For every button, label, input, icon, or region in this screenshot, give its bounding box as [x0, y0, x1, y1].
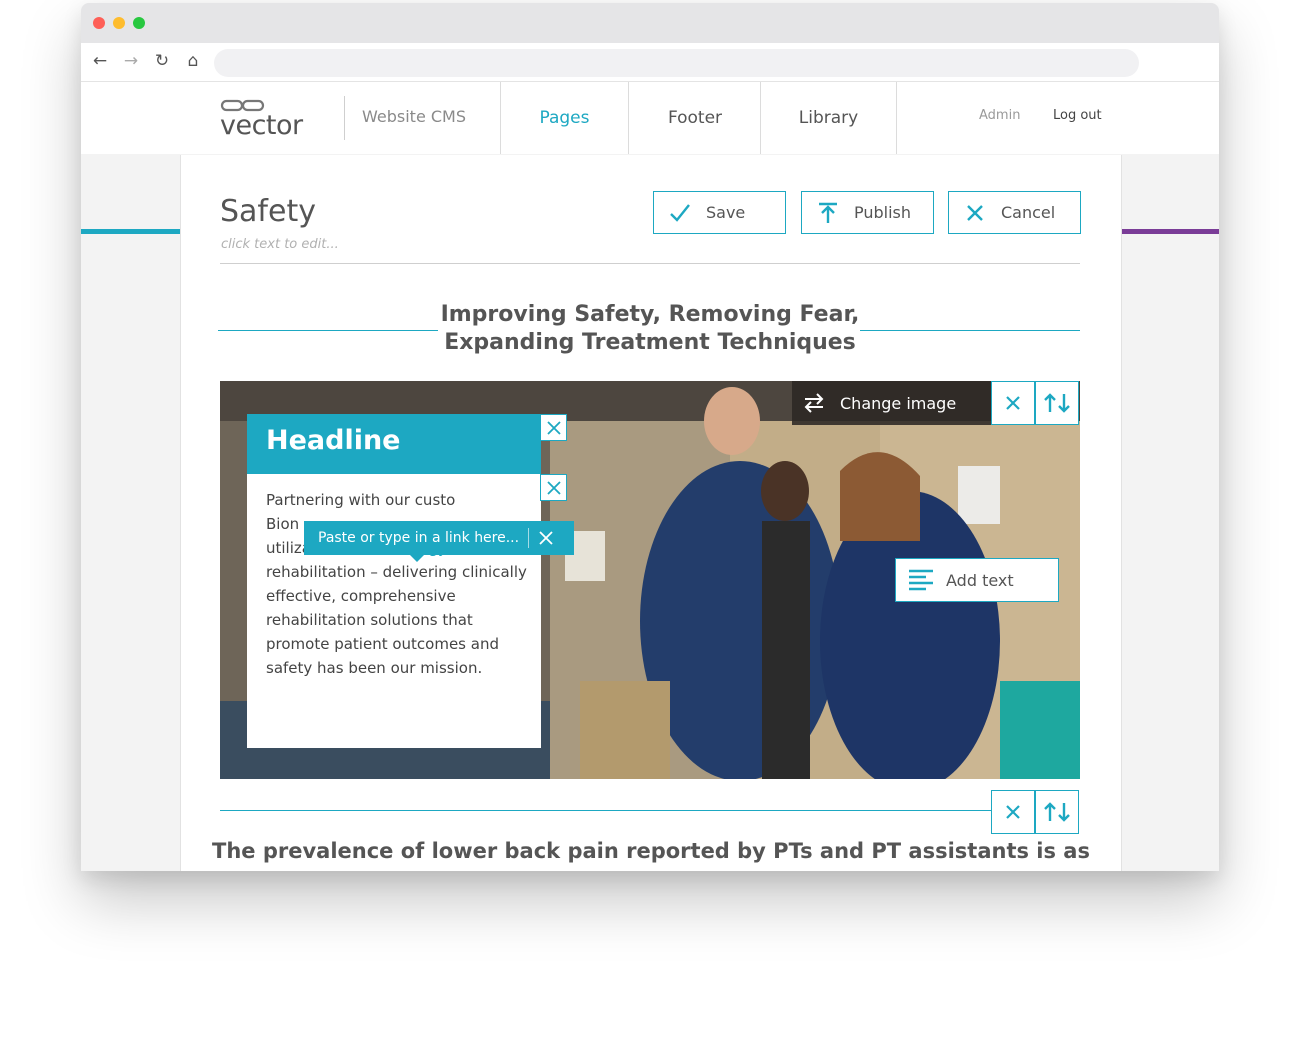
- close-window-button[interactable]: [93, 17, 105, 29]
- card-body-part1: Partnering with our custo: [266, 491, 456, 509]
- close-icon: [546, 420, 561, 435]
- close-icon: [1006, 805, 1020, 819]
- image-toolbar: Change image: [792, 381, 1079, 425]
- header-divider: [344, 96, 345, 140]
- reload-icon[interactable]: ↻: [151, 49, 173, 73]
- card-headline[interactable]: Headline: [266, 425, 401, 456]
- product-label: Website CMS: [362, 107, 466, 126]
- address-bar[interactable]: [214, 49, 1139, 77]
- section-divider: [220, 810, 993, 811]
- close-icon: [546, 480, 561, 495]
- close-icon: [967, 204, 983, 221]
- tab-library-label: Library: [798, 108, 859, 128]
- tab-library[interactable]: Library: [760, 82, 897, 154]
- maximize-window-button[interactable]: [133, 17, 145, 29]
- close-link-popup-button[interactable]: [529, 521, 562, 555]
- reorder-arrows-icon: [1044, 802, 1070, 822]
- back-arrow-icon[interactable]: ←: [89, 49, 111, 73]
- heading-rule-left: [218, 330, 438, 331]
- save-button[interactable]: Save: [653, 191, 786, 234]
- card-headline-bar: Headline: [247, 414, 541, 474]
- link-popup: Paste or type in a link here...: [304, 521, 574, 562]
- publish-button[interactable]: Publish: [801, 191, 934, 234]
- tab-pages[interactable]: Pages: [500, 82, 628, 154]
- swap-arrows-icon: [804, 393, 824, 413]
- section-controls: [991, 790, 1079, 834]
- minimize-window-button[interactable]: [113, 17, 125, 29]
- heading-rule-right: [860, 330, 1080, 331]
- close-icon: [1006, 396, 1020, 410]
- link-input[interactable]: Paste or type in a link here...: [318, 530, 528, 546]
- edit-hint: click text to edit...: [221, 237, 339, 252]
- cancel-label: Cancel: [1001, 203, 1056, 222]
- browser-titlebar: [81, 3, 1219, 43]
- text-lines-icon: [909, 569, 933, 591]
- editor-canvas: Safety click text to edit... Save Publis…: [180, 155, 1122, 871]
- logout-link[interactable]: Log out: [1053, 108, 1102, 123]
- reorder-image-button[interactable]: [1035, 381, 1079, 425]
- forward-arrow-icon[interactable]: →: [120, 49, 142, 73]
- link-popup-caret: [410, 555, 424, 562]
- section-heading-line1: Improving Safety, Removing Fear,: [440, 302, 860, 327]
- section-heading-line2: Expanding Treatment Techniques: [444, 330, 856, 355]
- card-body-part2: Bion: [266, 515, 300, 533]
- close-icon: [538, 531, 553, 545]
- tab-footer[interactable]: Footer: [628, 82, 761, 154]
- upload-arrow-icon: [819, 202, 837, 223]
- publish-label: Publish: [854, 203, 912, 222]
- change-image-button[interactable]: Change image: [792, 381, 991, 425]
- section-heading[interactable]: Improving Safety, Removing Fear, Expandi…: [420, 301, 880, 357]
- body-heading[interactable]: The prevalence of lower back pain report…: [181, 839, 1121, 863]
- card-body-part3: rehabilitation – delivering clinically e…: [266, 563, 527, 677]
- save-label: Save: [706, 203, 746, 222]
- user-label: Admin: [979, 108, 1021, 123]
- browser-window: ← → ↻ ⌂ vector Website CMS Pages Footer …: [81, 3, 1219, 871]
- reorder-arrows-icon: [1044, 393, 1070, 413]
- tab-footer-label: Footer: [667, 108, 723, 128]
- home-icon[interactable]: ⌂: [182, 49, 204, 73]
- cancel-button[interactable]: Cancel: [948, 191, 1081, 234]
- change-image-label: Change image: [840, 393, 957, 413]
- site-header: vector Website CMS Pages Footer Library …: [81, 82, 1219, 234]
- add-text-label: Add text: [946, 570, 1014, 590]
- remove-headline-button[interactable]: [540, 414, 567, 441]
- hero-image[interactable]: Change image Headline Partnering with ou…: [220, 381, 1080, 779]
- text-overlay-card: Headline Partnering with our custo Bion …: [247, 414, 541, 748]
- remove-body-text-button[interactable]: [540, 474, 567, 501]
- vector-logo[interactable]: vector: [220, 98, 330, 138]
- card-body-text[interactable]: Partnering with our custo Bion utilizati…: [266, 488, 528, 680]
- checkmark-icon: [670, 203, 690, 222]
- logo-text: vector: [220, 110, 304, 138]
- add-text-button[interactable]: Add text: [895, 558, 1059, 602]
- remove-image-button[interactable]: [991, 381, 1035, 425]
- remove-section-button[interactable]: [991, 790, 1035, 834]
- tab-pages-label: Pages: [539, 108, 590, 128]
- reorder-section-button[interactable]: [1035, 790, 1079, 834]
- page-title[interactable]: Safety: [220, 194, 316, 229]
- browser-toolbar: ← → ↻ ⌂: [81, 43, 1219, 82]
- title-divider: [220, 263, 1080, 264]
